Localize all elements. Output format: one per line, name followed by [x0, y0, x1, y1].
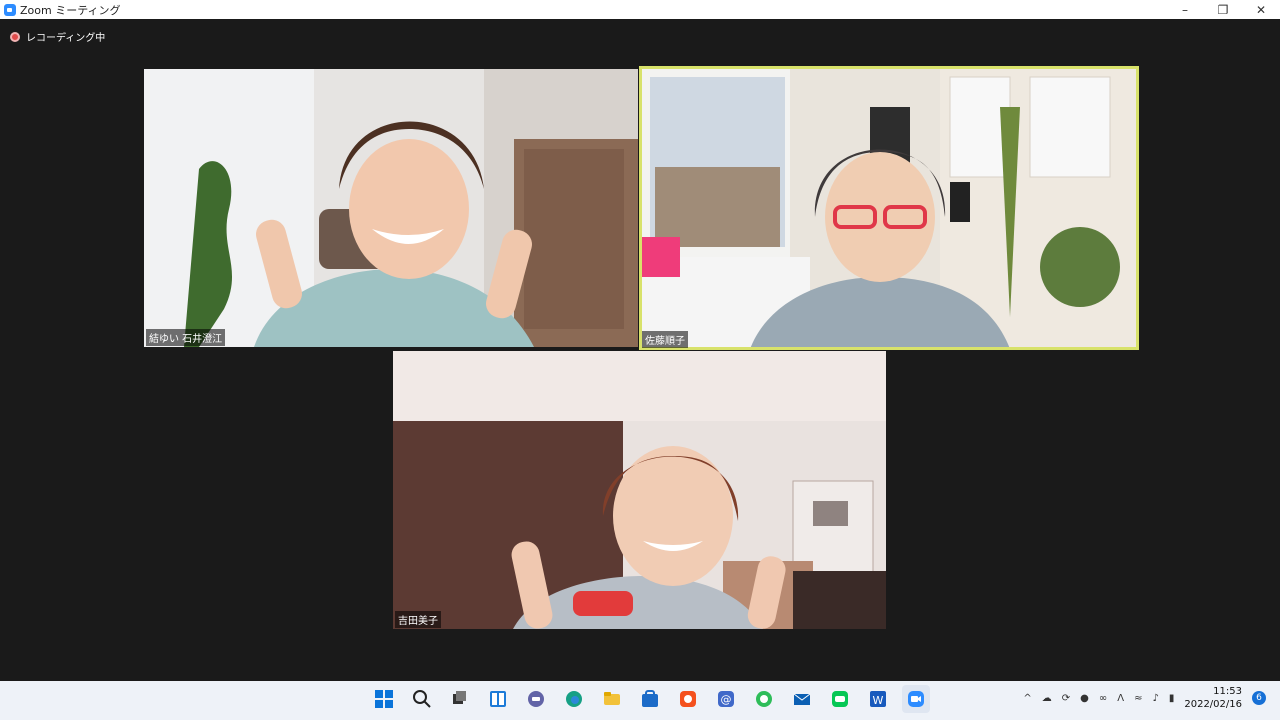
battery-icon[interactable]: ▮	[1169, 693, 1175, 704]
line-icon[interactable]	[750, 685, 778, 713]
title-bar: Zoom ミーティング – ❐ ✕	[0, 0, 1280, 19]
window-title: Zoom ミーティング	[20, 3, 121, 17]
participant-video-1	[144, 69, 638, 347]
widgets-icon[interactable]	[484, 685, 512, 713]
system-tray: ^ ☁ ⟳ ● ∞ Λ ≈ ♪ ▮ 11:53 2022/02/16 6	[1023, 685, 1266, 711]
task-view-icon[interactable]	[446, 685, 474, 713]
sync-icon[interactable]: ⟳	[1062, 693, 1070, 704]
ime-icon[interactable]: Λ	[1117, 693, 1124, 704]
participant-name: 結ゆい 石井澄江	[146, 329, 226, 346]
clock-date: 2022/02/16	[1184, 699, 1242, 710]
clock-time: 11:53	[1213, 686, 1242, 697]
participant-name: 佐藤順子	[642, 331, 688, 348]
recording-label: レコーディング中	[26, 33, 106, 44]
windows-start-icon[interactable]	[370, 685, 398, 713]
file-explorer-icon[interactable]	[598, 685, 626, 713]
word-icon[interactable]: W	[864, 685, 892, 713]
minimize-button[interactable]: –	[1166, 0, 1204, 19]
volume-icon[interactable]: ♪	[1152, 693, 1158, 704]
microphone-icon[interactable]: ●	[1080, 693, 1089, 704]
teams-chat-icon[interactable]	[522, 685, 550, 713]
notification-badge[interactable]: 6	[1252, 691, 1266, 705]
svg-text:@: @	[721, 693, 732, 706]
zoom-icon[interactable]	[902, 685, 930, 713]
video-tile-3[interactable]: 吉田美子	[393, 351, 886, 629]
line-green-icon[interactable]	[826, 685, 854, 713]
video-tile-2[interactable]: 佐藤順子	[639, 66, 1139, 350]
wifi-icon[interactable]: ≈	[1134, 693, 1142, 704]
participant-video-2	[640, 67, 1138, 349]
video-tile-1[interactable]: 結ゆい 石井澄江	[144, 69, 638, 347]
microsoft-store-icon[interactable]	[636, 685, 664, 713]
search-icon[interactable]	[408, 685, 436, 713]
svg-text:W: W	[873, 694, 884, 707]
meeting-area: レコーディング中 結ゆい 石井澄江 佐藤順子 吉田美子	[0, 19, 1280, 681]
mail-icon[interactable]	[788, 685, 816, 713]
recording-indicator[interactable]: レコーディング中	[10, 29, 105, 44]
chevron-up-icon[interactable]: ^	[1023, 693, 1031, 704]
edge-icon[interactable]	[560, 685, 588, 713]
participant-video-3	[393, 351, 886, 629]
network-status-icon[interactable]: ∞	[1099, 693, 1107, 704]
app-orange-icon[interactable]	[674, 685, 702, 713]
windows-taskbar: @ W ^ ☁ ⟳ ● ∞ Λ ≈ ♪ ▮ 11:53 2022/02/16 6	[0, 681, 1280, 720]
participant-name: 吉田美子	[395, 611, 441, 628]
zoom-app-icon	[4, 3, 16, 16]
record-icon	[10, 31, 20, 42]
close-button[interactable]: ✕	[1242, 0, 1280, 19]
restore-button[interactable]: ❐	[1204, 0, 1242, 19]
clock[interactable]: 11:53 2022/02/16	[1184, 685, 1242, 711]
taskbar-apps: @ W	[370, 685, 930, 713]
mail-at-icon[interactable]: @	[712, 685, 740, 713]
cloud-icon[interactable]: ☁	[1042, 693, 1052, 704]
